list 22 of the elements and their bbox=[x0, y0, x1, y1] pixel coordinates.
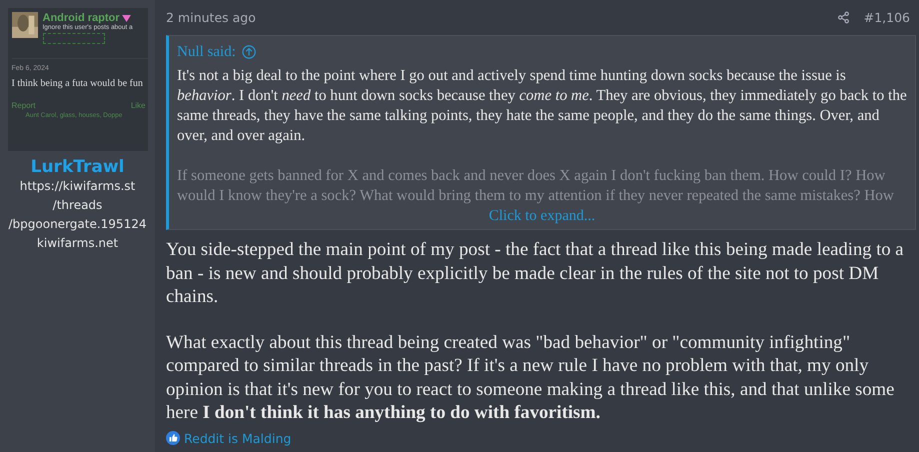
post-number[interactable]: #1,106 bbox=[864, 10, 910, 25]
post-time[interactable]: 2 minutes ago bbox=[166, 10, 837, 25]
post-paragraph: You side-stepped the main point of my post - the fact that a thread like this being made leading to a ban - is new and should probably explicitly be made clear in the rules of the site not to post DM chains. bbox=[166, 238, 905, 308]
expand-link[interactable]: Click to expand... bbox=[488, 206, 596, 226]
quote-paragraph: If someone gets banned for X and comes back and never does X again I don't fucking ban them. How could I? How would I know they're a sock? What would bring them to my attention if they never repeated the same mistakes? How bbox=[177, 166, 895, 206]
user-title-line: kiwifarms.net bbox=[36, 235, 118, 252]
avatar-badge bbox=[42, 33, 104, 44]
avatar-like: Like bbox=[130, 101, 146, 110]
quote-paragraph: It's not a big deal to the point where I go out and actively spend time hunting down socks because the issue is behavior. I don't need to hunt down socks because they come to me. They are obvious, they immediately go back to the same threads, they have the same talking points, they hate the same people, and they do the same things. Over, and over, and over again. bbox=[177, 66, 907, 146]
reactions-link[interactable]: Reddit is Malding bbox=[184, 430, 292, 446]
post-paragraph: What exactly about this thread being created was "bad behavior" or "community infighting" compared to similar threads in the past? If it's a new rule I have no problem with that, my only opinion is that it's new for you to react to someone making a thread like this, and that unlike some here I don't think it has anything to do with favoritism. bbox=[166, 330, 896, 424]
user-title-line: /bpgoonergate.195124 bbox=[8, 216, 146, 233]
like-icon bbox=[166, 431, 180, 445]
username-link[interactable]: LurkTrawl bbox=[30, 157, 124, 177]
quote-author[interactable]: Null said: bbox=[177, 44, 236, 60]
avatar-username: Android raptor bbox=[42, 12, 120, 24]
user-title-line: /threads bbox=[52, 197, 102, 214]
share-icon[interactable] bbox=[836, 11, 850, 24]
user-title-line: https://kiwifarms.st bbox=[20, 178, 136, 195]
avatar-report: Report bbox=[12, 101, 36, 110]
avatar-text: I think being a futa would be fun bbox=[12, 78, 144, 89]
triangle-icon bbox=[122, 14, 130, 22]
